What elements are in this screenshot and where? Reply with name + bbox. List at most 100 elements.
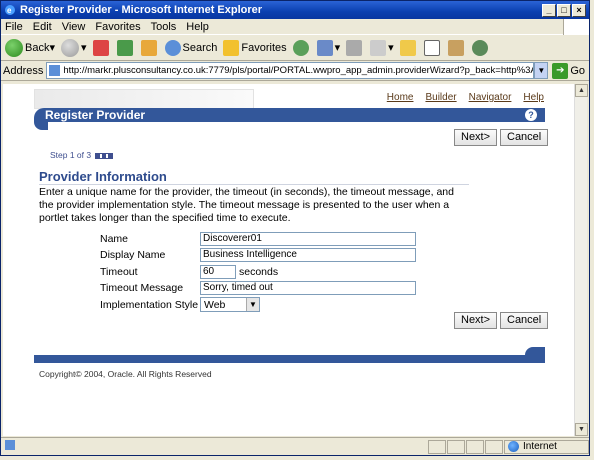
link-builder[interactable]: Builder [425, 92, 456, 103]
search-icon [164, 39, 181, 56]
go-arrow-icon: ➔ [552, 62, 569, 79]
edit-button[interactable]: ▾ [370, 39, 394, 56]
help-icon[interactable]: ? [525, 109, 537, 121]
title-bar[interactable]: e Register Provider - Microsoft Internet… [1, 1, 589, 19]
forward-button[interactable]: ▾ [61, 38, 87, 57]
refresh-icon [116, 39, 133, 56]
portal-top-links: Home Builder Navigator Help [387, 92, 544, 103]
page-content: Home Builder Navigator Help Register Pro… [3, 84, 575, 436]
status-page-icon [4, 439, 428, 454]
next-button-bottom[interactable]: Next> [454, 312, 498, 329]
address-url: http://markr.plusconsultancy.co.uk:7779/… [63, 65, 533, 76]
research-icon [447, 39, 464, 56]
stop-button[interactable] [92, 39, 111, 56]
print-button[interactable] [346, 39, 364, 56]
step-progress-icon [95, 152, 114, 159]
discuss-button[interactable] [423, 39, 442, 56]
window-title: Register Provider - Microsoft Internet E… [20, 4, 263, 16]
section-title: Provider Information [39, 169, 167, 184]
dropdown-arrow-icon: ▼ [246, 298, 259, 311]
name-input[interactable]: Discoverer01 [200, 231, 416, 246]
step-indicator: Step 1 of 3 [50, 150, 114, 160]
timeout-unit: seconds [239, 265, 279, 278]
section-description: Enter a unique name for the provider, th… [39, 186, 454, 224]
copyright: Copyright© 2004, Oracle. All Rights Rese… [39, 369, 212, 379]
menu-view[interactable]: View [62, 21, 86, 33]
home-button[interactable] [140, 39, 159, 56]
status-cell [466, 439, 484, 454]
messenger-button[interactable] [471, 39, 490, 56]
cancel-button-top[interactable]: Cancel [500, 129, 549, 146]
close-button[interactable]: × [572, 3, 586, 17]
search-button[interactable]: Search [164, 39, 218, 56]
ie-icon: e [4, 4, 16, 16]
back-arrow-icon [5, 38, 23, 57]
menu-favorites[interactable]: Favorites [95, 21, 140, 33]
step-text: Step 1 of 3 [50, 150, 92, 160]
status-cell [447, 439, 465, 454]
mail-button[interactable]: ▾ [316, 39, 340, 56]
link-help[interactable]: Help [523, 92, 544, 103]
maximize-button[interactable]: □ [557, 3, 571, 17]
menu-tools[interactable]: Tools [151, 21, 177, 33]
refresh-button[interactable] [116, 39, 135, 56]
page-header: Register Provider ? [34, 108, 545, 122]
timeout-message-input[interactable]: Sorry, timed out [200, 280, 416, 295]
scroll-up-arrow-icon[interactable]: ▲ [575, 84, 588, 97]
history-icon [292, 39, 309, 56]
menu-edit[interactable]: Edit [33, 21, 52, 33]
status-bar: Internet [1, 437, 589, 455]
display-name-input[interactable]: Business Intelligence [200, 247, 416, 262]
timeout-label: Timeout [100, 265, 138, 278]
implementation-style-label: Implementation Style [100, 298, 199, 311]
mail-icon [316, 39, 333, 56]
status-cell [485, 439, 503, 454]
page-icon [49, 65, 61, 76]
name-label: Name [100, 232, 129, 245]
messenger-icon [471, 39, 488, 56]
globe-icon [508, 441, 519, 452]
research-button[interactable] [447, 39, 466, 56]
cancel-button-bottom[interactable]: Cancel [500, 312, 549, 329]
address-bar: Address http://markr.plusconsultancy.co.… [1, 61, 589, 81]
menu-file[interactable]: File [5, 21, 23, 33]
go-button[interactable]: ➔ Go [552, 62, 585, 79]
link-navigator[interactable]: Navigator [469, 92, 512, 103]
next-button-top[interactable]: Next> [454, 129, 498, 146]
scroll-down-arrow-icon[interactable]: ▼ [575, 423, 588, 436]
forward-arrow-icon [61, 38, 79, 57]
back-button[interactable]: Back ▾ [5, 38, 55, 57]
search-label: Search [182, 41, 218, 54]
display-name-label: Display Name [100, 248, 166, 261]
vertical-scrollbar[interactable]: ▲ ▼ [574, 84, 588, 436]
address-dropdown[interactable]: ▼ [534, 62, 549, 79]
section-divider [39, 184, 469, 185]
folder-icon [399, 39, 416, 56]
stop-icon [92, 39, 109, 56]
timeout-message-label: Timeout Message [100, 281, 184, 294]
menu-help[interactable]: Help [186, 21, 209, 33]
svg-text:e: e [7, 6, 12, 15]
security-zone: Internet [504, 439, 589, 454]
star-icon [223, 39, 240, 56]
implementation-style-value: Web [204, 298, 226, 311]
link-home[interactable]: Home [387, 92, 414, 103]
zone-label: Internet [523, 441, 557, 452]
address-input[interactable]: http://markr.plusconsultancy.co.uk:7779/… [46, 62, 535, 79]
home-icon [140, 39, 157, 56]
edit-icon [370, 39, 387, 56]
browser-toolbar: Back ▾ ▾ Search Favorites ▾ ▾ [1, 35, 589, 61]
go-label: Go [570, 64, 585, 77]
status-cell [428, 439, 446, 454]
timeout-input[interactable]: 60 [200, 264, 236, 279]
portal-logo [34, 89, 254, 109]
implementation-style-select[interactable]: Web ▼ [200, 297, 260, 312]
minimize-button[interactable]: _ [542, 3, 556, 17]
folder-button[interactable] [399, 39, 418, 56]
history-button[interactable] [292, 39, 311, 56]
menu-bar: File Edit View Favorites Tools Help [1, 19, 589, 35]
favorites-label: Favorites [241, 41, 287, 54]
browser-window: e Register Provider - Microsoft Internet… [0, 0, 590, 456]
favorites-button[interactable]: Favorites [223, 39, 287, 56]
back-label: Back [25, 41, 50, 54]
